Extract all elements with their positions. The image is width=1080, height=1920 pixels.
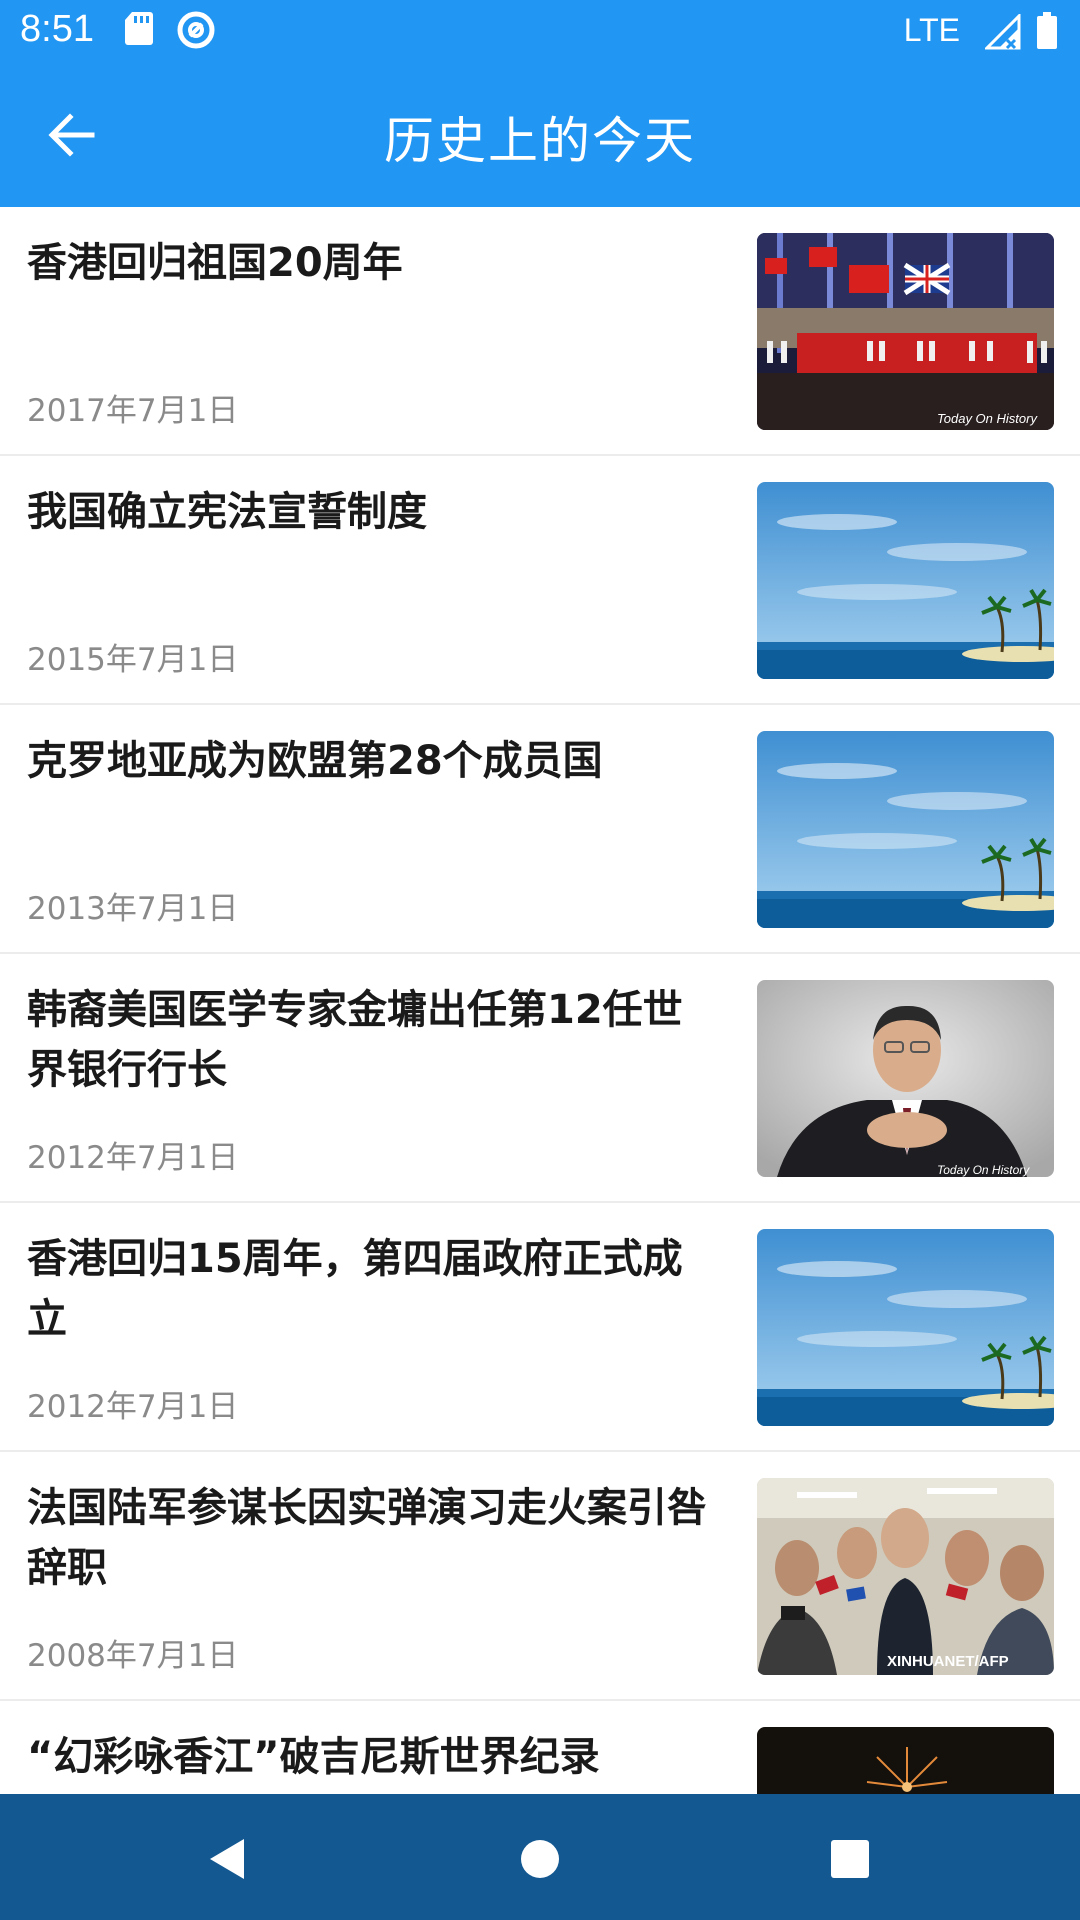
event-title: 克罗地亚成为欧盟第28个成员国 [27,738,603,784]
status-bar: 8:51 LTE [0,0,1080,63]
app-bar: 历史上的今天 [0,63,1080,207]
at-sign-icon [176,10,216,54]
event-title: 我国确立宪法宣誓制度 [27,489,427,535]
event-thumbnail: XINHUANET/AFP [757,1478,1054,1675]
thumbnail-watermark: XINHUANET/AFP [887,1653,1009,1670]
event-thumbnail: Today On History [757,980,1054,1177]
event-thumbnail [757,1229,1054,1426]
list-item[interactable]: 香港回归祖国20周年 2017年7月1日 Today On History [0,207,1080,456]
navigation-bar [0,1794,1080,1920]
event-title: 韩裔美国医学专家金墉出任第12任世界银行行长 [27,987,683,1093]
list-item[interactable]: 韩裔美国医学专家金墉出任第12任世界银行行长 2012年7月1日 Today O… [0,954,1080,1203]
event-date: 2008年7月1日 [27,1638,239,1674]
battery-icon [1036,12,1058,54]
event-thumbnail: Today On History [757,233,1054,430]
nav-home-button[interactable] [510,1829,570,1889]
event-title: 香港回归15周年，第四届政府正式成立 [27,1236,683,1342]
list-item[interactable]: 香港回归15周年，第四届政府正式成立 2012年7月1日 [0,1203,1080,1452]
home-circle-icon [521,1840,559,1878]
list-item[interactable]: 法国陆军参谋长因实弹演习走火案引咎辞职 2008年7月1日 XINHUANET/… [0,1452,1080,1701]
list-item[interactable]: “幻彩咏香江”破吉尼斯世界纪录 [0,1701,1080,1794]
event-title: 香港回归祖国20周年 [27,240,403,286]
event-date: 2012年7月1日 [27,1389,239,1425]
back-triangle-icon [210,1839,244,1879]
event-date: 2015年7月1日 [27,642,239,678]
page-title: 历史上的今天 [384,112,696,170]
event-list[interactable]: 香港回归祖国20周年 2017年7月1日 Today On History 我国… [0,207,1080,1794]
sd-card-icon [124,10,154,50]
event-date: 2012年7月1日 [27,1140,239,1176]
event-date: 2017年7月1日 [27,393,239,429]
thumbnail-watermark: Today On History [937,411,1038,426]
status-time: 8:51 [20,8,94,50]
list-item[interactable]: 克罗地亚成为欧盟第28个成员国 2013年7月1日 [0,705,1080,954]
event-thumbnail [757,482,1054,679]
thumbnail-watermark: Today On History [937,1163,1030,1177]
event-thumbnail [757,1727,1054,1794]
nav-back-button[interactable] [200,1829,260,1889]
nav-recents-button[interactable] [820,1829,880,1889]
event-thumbnail [757,731,1054,928]
list-item[interactable]: 我国确立宪法宣誓制度 2015年7月1日 [0,456,1080,705]
recents-square-icon [831,1840,869,1878]
event-title: “幻彩咏香江”破吉尼斯世界纪录 [27,1734,600,1780]
event-date: 2013年7月1日 [27,891,239,927]
event-title: 法国陆军参谋长因实弹演习走火案引咎辞职 [27,1485,707,1591]
network-type: LTE [903,12,960,48]
signal-icon [983,12,1021,54]
